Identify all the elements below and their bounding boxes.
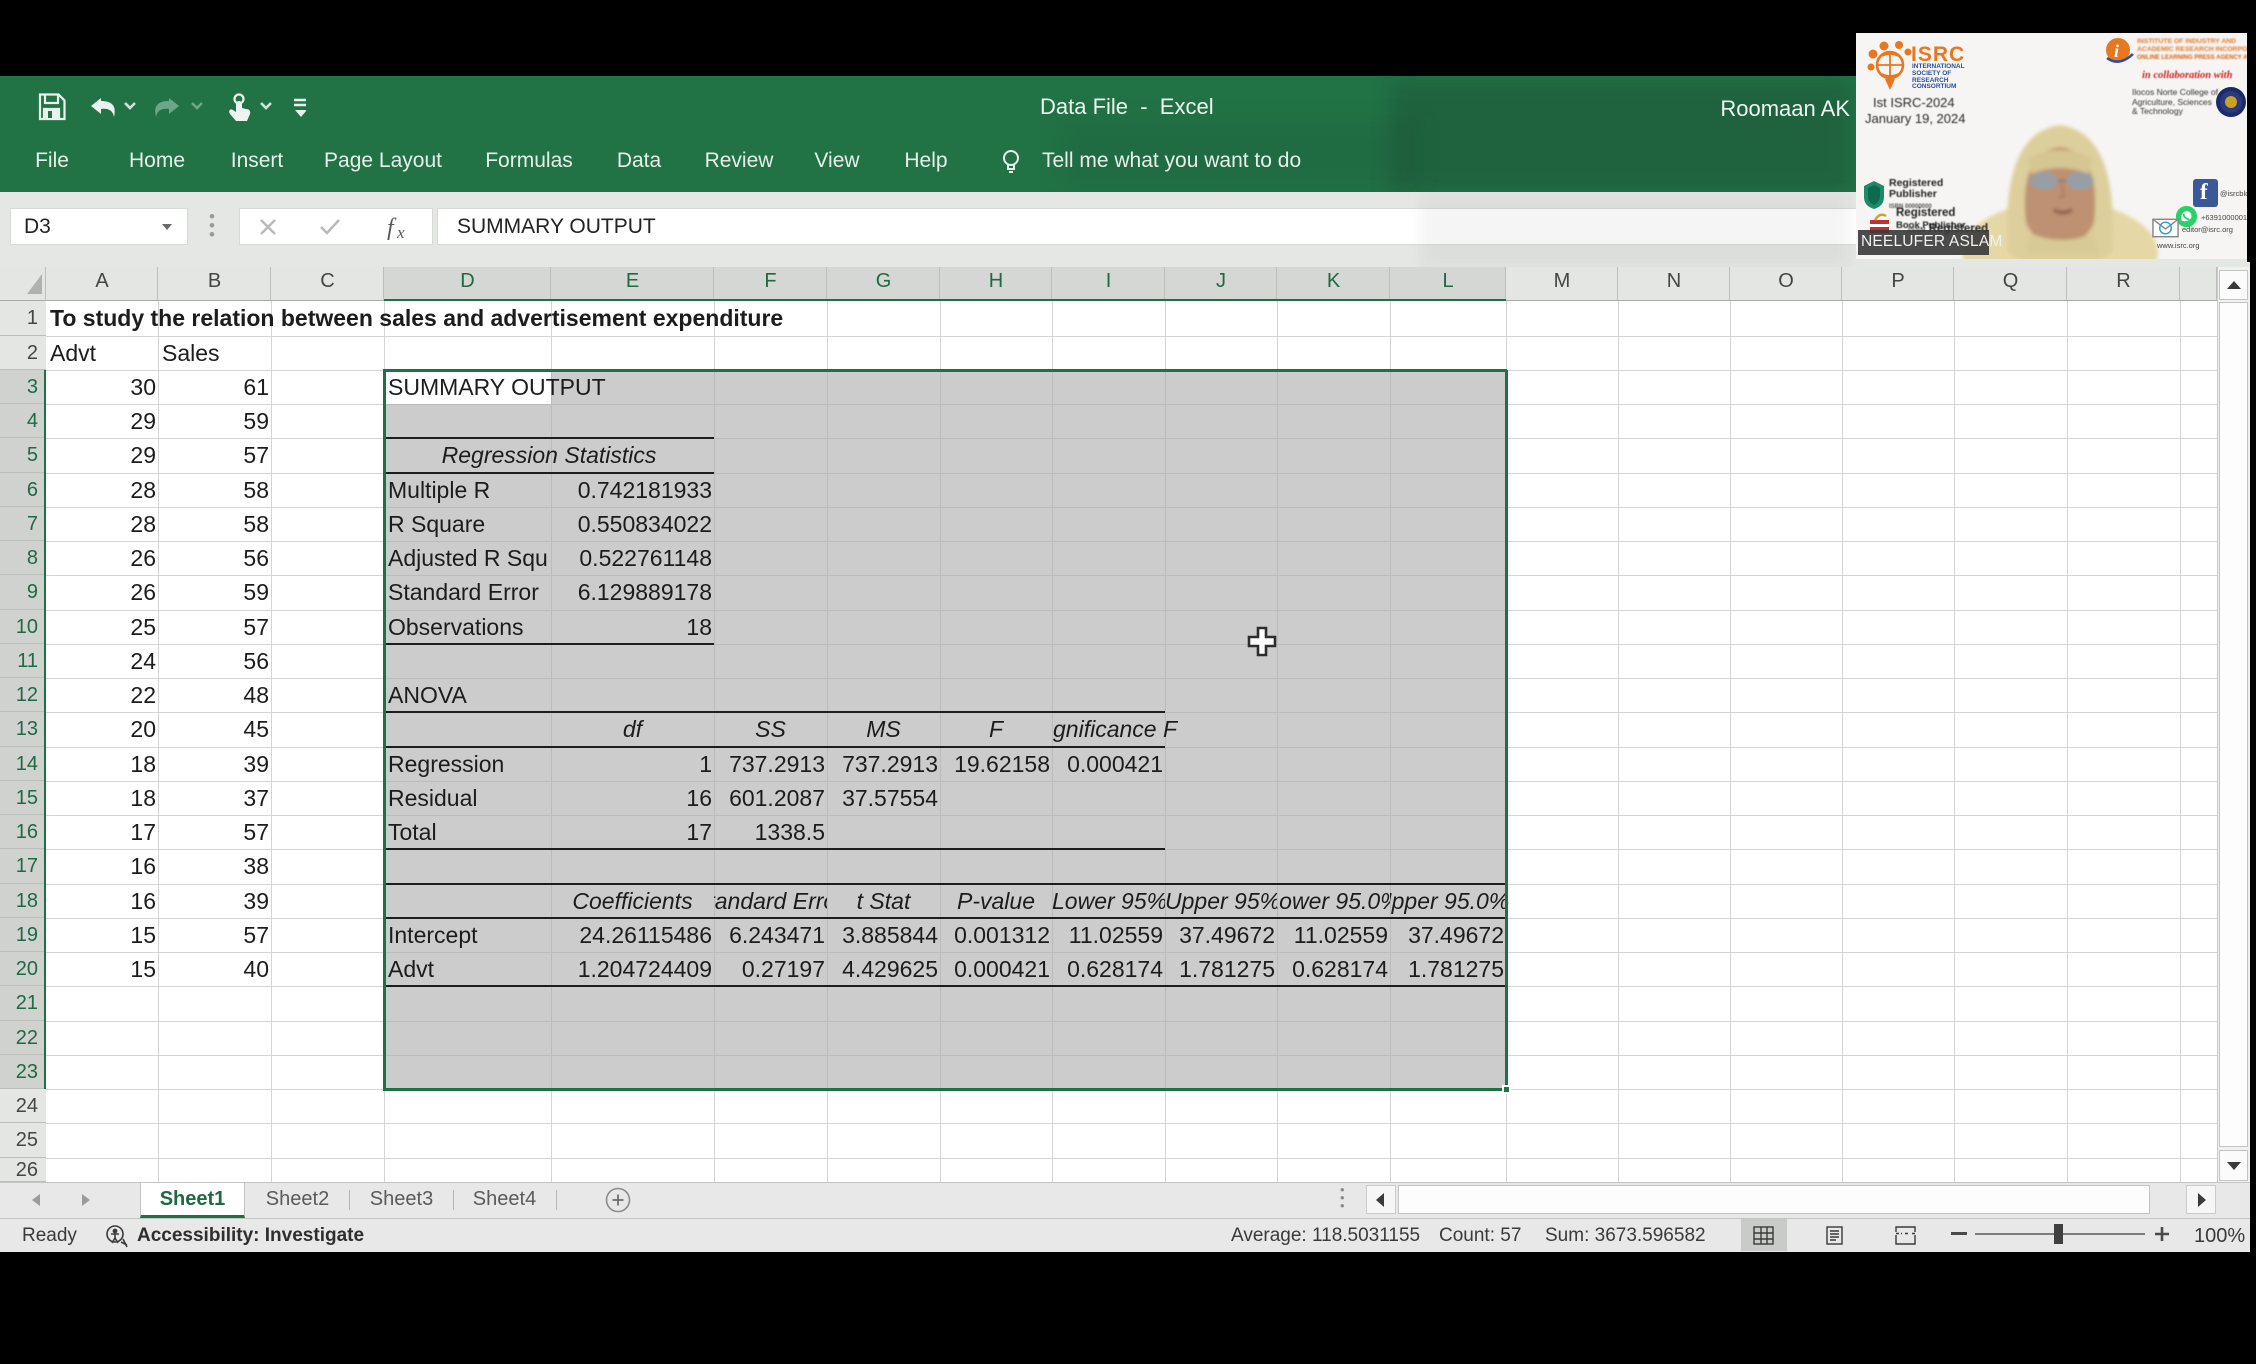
svg-text:f: f [387, 215, 397, 240]
svg-text:x: x [396, 223, 405, 240]
svg-text:i: i [2114, 41, 2119, 61]
